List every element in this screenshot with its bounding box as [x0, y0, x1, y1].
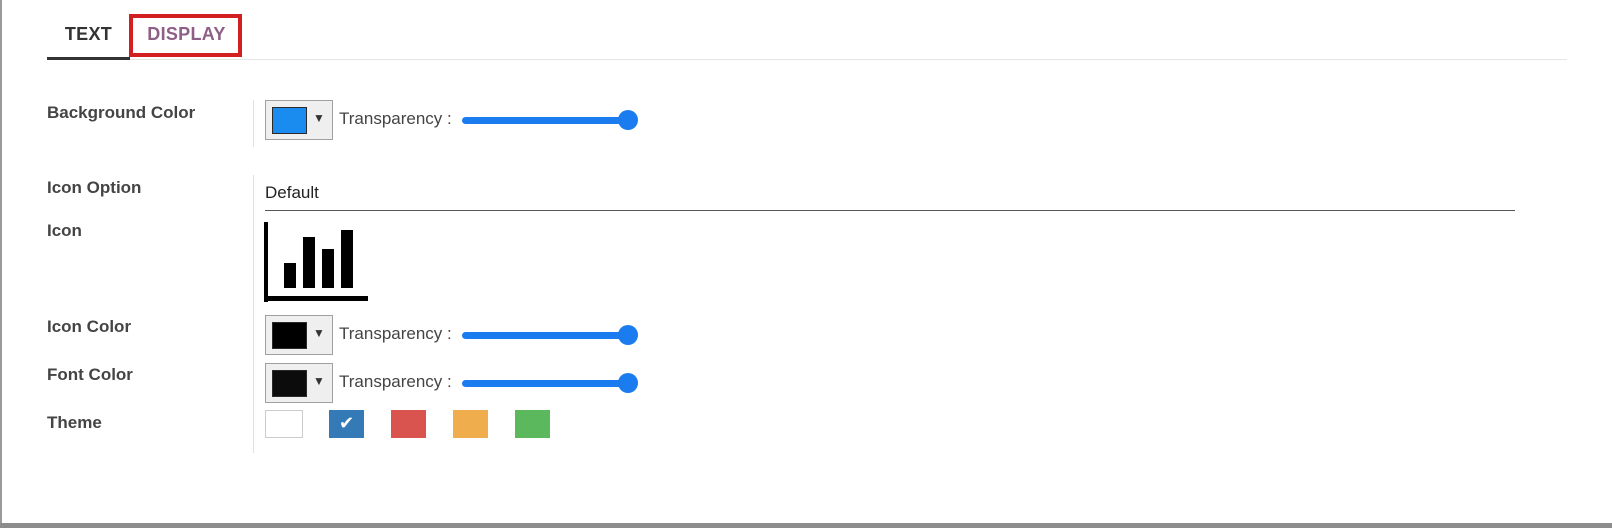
icon-transparency-label: Transparency : — [339, 324, 452, 343]
background-color-swatch — [272, 107, 307, 134]
window-left-border — [0, 0, 2, 528]
theme-check-icon: ✔ — [338, 413, 355, 433]
icon-color-label: Icon Color — [47, 317, 132, 336]
slider-thumb[interactable] — [618, 110, 638, 130]
background-transparency-slider[interactable] — [462, 110, 638, 130]
slider-thumb[interactable] — [618, 373, 638, 393]
theme-option-green[interactable] — [515, 410, 550, 438]
icon-label: Icon — [47, 221, 82, 240]
theme-label: Theme — [47, 413, 102, 432]
icon-color-swatch — [272, 322, 307, 349]
dropdown-arrow-icon: ▼ — [313, 111, 325, 125]
icon-color-picker[interactable]: ▼ — [265, 315, 333, 355]
theme-option-blue[interactable]: ✔ — [329, 410, 364, 438]
font-color-label: Font Color — [47, 365, 133, 384]
slider-track — [462, 117, 628, 124]
font-transparency-label: Transparency : — [339, 372, 452, 391]
font-color-picker[interactable]: ▼ — [265, 363, 333, 403]
theme-option-orange[interactable] — [453, 410, 488, 438]
dropdown-arrow-icon: ▼ — [313, 374, 325, 388]
theme-option-white[interactable] — [265, 410, 303, 438]
tab-text[interactable]: TEXT — [47, 0, 130, 60]
tab-display[interactable]: DISPLAY — [130, 0, 243, 58]
section-divider — [253, 175, 254, 453]
theme-option-red[interactable] — [391, 410, 426, 438]
dropdown-arrow-icon: ▼ — [313, 326, 325, 340]
icon-transparency-slider[interactable] — [462, 325, 638, 345]
window-bottom-border — [0, 523, 1612, 528]
slider-track — [462, 332, 628, 339]
tab-bar: TEXT DISPLAY — [47, 0, 1567, 60]
font-color-swatch — [272, 370, 307, 397]
section-divider — [253, 100, 254, 147]
slider-track — [462, 380, 628, 387]
icon-option-label: Icon Option — [47, 178, 142, 197]
bar-chart-icon[interactable] — [264, 222, 368, 302]
icon-option-value: Default — [265, 183, 319, 202]
slider-thumb[interactable] — [618, 325, 638, 345]
background-color-picker[interactable]: ▼ — [265, 100, 333, 140]
icon-option-select[interactable]: Default — [265, 178, 1515, 211]
background-color-label: Background Color — [47, 103, 196, 122]
font-transparency-slider[interactable] — [462, 373, 638, 393]
background-transparency-label: Transparency : — [339, 109, 452, 128]
